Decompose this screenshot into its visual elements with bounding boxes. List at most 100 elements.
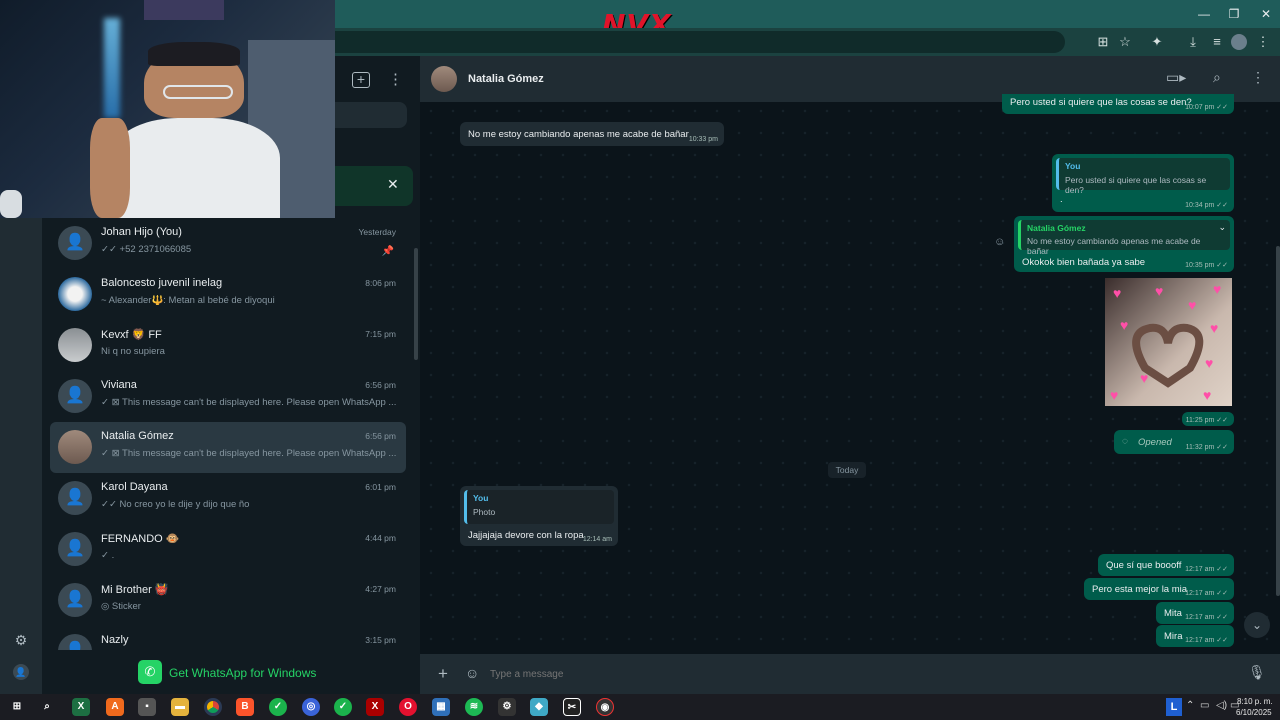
chat-menu-icon[interactable]: ⋮ bbox=[1251, 69, 1265, 86]
profile-icon[interactable]: 👤 bbox=[13, 664, 29, 680]
extensions-icon[interactable]: ✦ bbox=[1149, 34, 1165, 50]
app-icon[interactable]: ✓ bbox=[269, 698, 287, 716]
obs-icon[interactable]: ◉ bbox=[596, 698, 614, 716]
group-avatar bbox=[58, 277, 92, 311]
profile-avatar[interactable] bbox=[1231, 34, 1247, 50]
person-icon: 👤 bbox=[65, 489, 85, 506]
restore-button[interactable]: ❐ bbox=[1222, 4, 1246, 24]
chat-item-karol[interactable]: 👤 Karol Dayana 6:01 pm ✓✓ No creo yo le … bbox=[50, 473, 406, 524]
message-outgoing-reply[interactable]: Natalia Gómez No me estoy cambiando apen… bbox=[1014, 216, 1234, 272]
view-once-opened[interactable]: ◌ Opened 11:32 pm ✓✓ bbox=[1114, 430, 1234, 454]
network-icon[interactable]: ▭ bbox=[1200, 700, 1209, 711]
contact-avatar[interactable] bbox=[431, 66, 457, 92]
chat-time: 3:15 pm bbox=[365, 635, 396, 645]
banner-close-icon[interactable]: ✕ bbox=[387, 176, 399, 193]
clock-date[interactable]: 6/10/2025 bbox=[1236, 708, 1272, 717]
chat-list-scrollbar[interactable] bbox=[414, 248, 418, 360]
microphone-icon[interactable]: 🎙 bbox=[1248, 664, 1266, 681]
clock-time[interactable]: 8:10 p. m. bbox=[1237, 697, 1273, 706]
chat-scrollbar[interactable] bbox=[1276, 246, 1280, 596]
file-explorer-icon[interactable]: ▬ bbox=[171, 698, 189, 716]
quoted-message[interactable]: You Photo bbox=[464, 490, 614, 524]
message-outgoing-reply[interactable]: You Pero usted si quiere que las cosas s… bbox=[1052, 154, 1234, 212]
language-indicator[interactable]: L bbox=[1166, 698, 1182, 716]
quoted-message[interactable]: You Pero usted si quiere que las cosas s… bbox=[1056, 158, 1230, 195]
new-chat-icon[interactable]: + bbox=[352, 72, 370, 88]
message-text: Jajjajaja devore con la ropa bbox=[468, 530, 584, 541]
download-icon[interactable]: ⤓ bbox=[1185, 34, 1201, 50]
svg-text:♥: ♥ bbox=[1205, 355, 1213, 371]
chat-item-johan[interactable]: 👤 Johan Hijo (You) Yesterday ✓✓ +52 2371… bbox=[50, 218, 406, 269]
chat-name: Natalia Gómez bbox=[101, 430, 174, 442]
capcut-icon[interactable]: ✂ bbox=[563, 698, 581, 716]
spotify-icon[interactable]: ≋ bbox=[465, 698, 483, 716]
excel-icon[interactable]: X bbox=[72, 698, 90, 716]
chat-item-natalia[interactable]: Natalia Gómez 6:56 pm ✓ ⊠ This message c… bbox=[50, 422, 406, 473]
person-icon: 👤 bbox=[65, 540, 85, 557]
quote-author: You bbox=[473, 493, 489, 503]
person-icon: 👤 bbox=[65, 387, 85, 404]
opera-icon[interactable]: O bbox=[399, 698, 417, 716]
message-outgoing[interactable]: Que sí que boooff 12:17 am ✓✓ bbox=[1098, 554, 1234, 576]
settings-icon[interactable]: ⚙ bbox=[13, 632, 29, 648]
chevron-down-icon[interactable]: ⌄ bbox=[1218, 222, 1226, 233]
minimize-button[interactable]: — bbox=[1192, 4, 1216, 24]
app-icon[interactable]: ▪ bbox=[138, 698, 156, 716]
video-call-icon[interactable]: ▭▸ bbox=[1166, 69, 1186, 86]
app-icon[interactable]: ✓ bbox=[334, 698, 352, 716]
date-divider: Today bbox=[828, 462, 866, 478]
default-avatar: 👤 bbox=[58, 481, 92, 515]
menu-icon[interactable]: ⋮ bbox=[388, 70, 403, 88]
view-once-icon: ◌ bbox=[1122, 436, 1128, 447]
browser-menu-icon[interactable]: ⋮ bbox=[1255, 34, 1271, 50]
side-rail: ⚙ 👤 bbox=[0, 218, 42, 694]
settings-app-icon[interactable]: ⚙ bbox=[498, 698, 516, 716]
get-app-bar[interactable]: ✆ Get WhatsApp for Windows bbox=[42, 650, 420, 694]
attach-plus-icon[interactable]: + bbox=[438, 664, 448, 684]
chat-item-nazly[interactable]: 👤 Nazly 3:15 pm bbox=[50, 626, 406, 650]
chat-item-viviana[interactable]: 👤 Viviana 6:56 pm ✓ ⊠ This message can't… bbox=[50, 371, 406, 422]
message-time: 10:33 pm bbox=[688, 136, 718, 143]
chat-item-kevxf[interactable]: Kevxf 🦁 FF 7:15 pm Ni q no supiera bbox=[50, 320, 406, 371]
bookmark-star-icon[interactable]: ☆ bbox=[1117, 34, 1133, 50]
message-incoming[interactable]: No me estoy cambiando apenas me acabe de… bbox=[460, 122, 724, 146]
install-app-icon[interactable]: ⊞ bbox=[1095, 34, 1111, 50]
image-message[interactable]: ♥ ♥ ♥ ♥ ♥ ♥ ♥ ♥ ♥ ♥ bbox=[1105, 278, 1232, 406]
emoji-reaction-icon[interactable]: ☺ bbox=[994, 236, 1005, 248]
chat-item-mi-brother[interactable]: 👤 Mi Brother 👹 4:27 pm ◎ Sticker bbox=[50, 575, 406, 626]
tank-top bbox=[110, 118, 280, 218]
message-outgoing[interactable]: Pero esta mejor la mia 12:17 am ✓✓ bbox=[1084, 578, 1234, 600]
search-icon[interactable]: ⌕ bbox=[1213, 69, 1221, 86]
address-bar[interactable] bbox=[335, 31, 1065, 53]
brave-icon[interactable]: B bbox=[236, 698, 254, 716]
app-icon[interactable]: X bbox=[366, 698, 384, 716]
sticker-icon[interactable]: ☺ bbox=[465, 665, 479, 681]
volume-icon[interactable]: ◁) bbox=[1216, 700, 1227, 711]
get-app-label: Get WhatsApp for Windows bbox=[169, 666, 317, 680]
quoted-message[interactable]: Natalia Gómez No me estoy cambiando apen… bbox=[1018, 220, 1230, 256]
scroll-down-button[interactable]: ⌄ bbox=[1244, 612, 1270, 638]
chrome-icon[interactable] bbox=[204, 698, 222, 716]
arm bbox=[90, 118, 130, 218]
message-input[interactable] bbox=[484, 662, 1224, 686]
message-outgoing[interactable]: Mira 12:17 am ✓✓ bbox=[1156, 625, 1234, 647]
message-outgoing[interactable]: Pero usted si quiere que las cosas se de… bbox=[1002, 94, 1234, 114]
close-window-button[interactable]: ✕ bbox=[1254, 4, 1278, 24]
message-incoming-reply[interactable]: You Photo Jajjajaja devore con la ropa 1… bbox=[460, 486, 618, 546]
chat-preview: ~ Alexander🔱: Metan al bebé de diyoqui bbox=[101, 295, 275, 306]
search-input[interactable] bbox=[335, 102, 407, 128]
search-icon[interactable]: ⌕ bbox=[38, 698, 56, 716]
default-avatar: 👤 bbox=[58, 634, 92, 650]
app-icon[interactable]: ◎ bbox=[302, 698, 320, 716]
calculator-icon[interactable]: ▦ bbox=[432, 698, 450, 716]
windows-start-icon[interactable]: ⊞ bbox=[8, 698, 26, 716]
tray-chevron-icon[interactable]: ⌃ bbox=[1186, 700, 1194, 711]
chat-item-fernando[interactable]: 👤 FERNANDO 🐵 4:44 pm ✓ . bbox=[50, 524, 406, 575]
contact-name[interactable]: Natalia Gómez bbox=[468, 73, 544, 85]
chat-item-baloncesto[interactable]: Baloncesto juvenil inelag 8:06 pm ~ Alex… bbox=[50, 269, 406, 320]
shelf-figures bbox=[144, 0, 224, 20]
app-icon[interactable]: ◆ bbox=[530, 698, 548, 716]
app-icon[interactable]: A bbox=[106, 698, 124, 716]
message-outgoing[interactable]: Mita 12:17 am ✓✓ bbox=[1156, 602, 1234, 624]
media-icon[interactable]: ≡ bbox=[1209, 34, 1225, 50]
